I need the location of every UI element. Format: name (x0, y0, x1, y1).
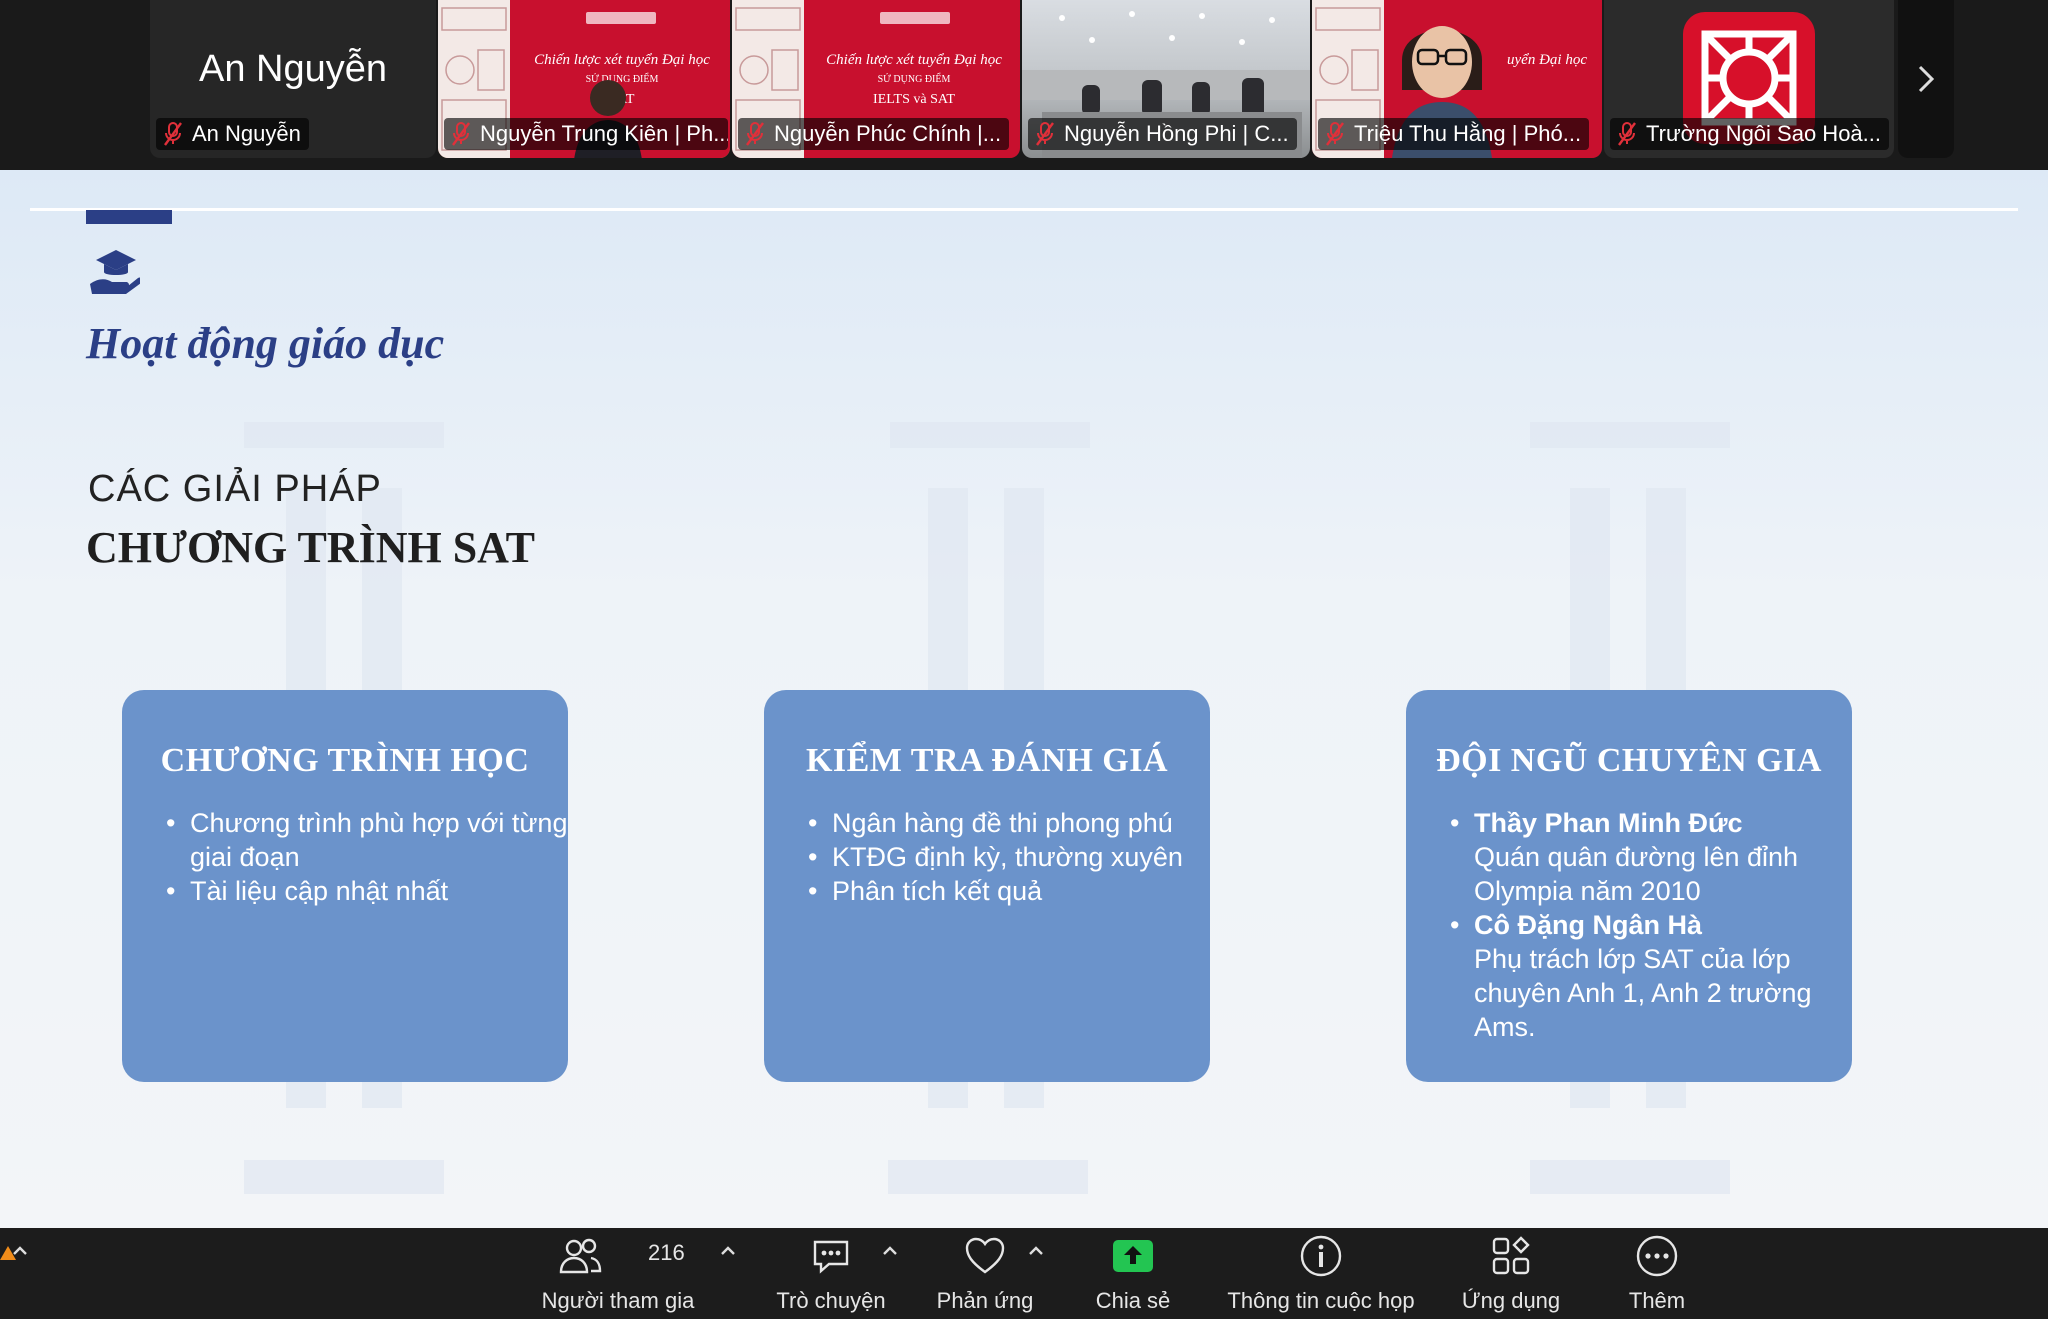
background-shape (890, 422, 1090, 448)
list-item: KTĐG định kỳ, thường xuyên (808, 840, 1210, 874)
mic-muted-icon (452, 122, 470, 146)
list-item: Tài liệu cập nhật nhất (166, 874, 568, 908)
participant-name-tag: An Nguyễn (156, 118, 309, 150)
participant-strip: An Nguyễn An Nguyễn Chiến lược xét tuyển… (0, 0, 2048, 170)
expert-description: Phụ trách lớp SAT của lớp chuyên Anh 1, … (1474, 944, 1812, 1042)
expert-description: Quán quân đường lên đỉnh Olympia năm 201… (1474, 842, 1799, 906)
participants-label: Người tham gia (541, 1288, 695, 1313)
card-assessment: KIỂM TRA ĐÁNH GIÁ Ngân hàng đề thi phong… (764, 690, 1210, 1082)
participants-icon (559, 1238, 602, 1274)
mic-muted-icon (1326, 122, 1344, 146)
share-screen-icon (1113, 1240, 1153, 1272)
participant-name: An Nguyễn (192, 121, 301, 146)
participant-tile-nguyen-hong-phi[interactable]: Nguyễn Hồng Phi | C... (1022, 0, 1310, 158)
thumbnail-caption: Chiến lược xét tuyển Đại học SỬ DỤNG ĐIỂM… (826, 52, 1002, 107)
apps-button[interactable]: Ứng dụng (1446, 1228, 1576, 1319)
list-item: Phân tích kết quả (808, 874, 1210, 908)
list-item: Chương trình phù hợp với từng giai đoạn (166, 806, 568, 874)
info-icon (1300, 1235, 1342, 1277)
list-item: Cô Đặng Ngân Hà Phụ trách lớp SAT của lớp… (1450, 908, 1852, 1044)
card-curriculum: CHƯƠNG TRÌNH HỌC Chương trình phù hợp vớ… (122, 690, 568, 1082)
chevron-up-icon[interactable] (718, 1242, 738, 1258)
background-shape (244, 1160, 444, 1194)
mic-muted-icon (746, 122, 764, 146)
graduation-cap-hand-icon (90, 250, 140, 294)
list-item: Ngân hàng đề thi phong phú (808, 806, 1210, 840)
mic-muted-icon (1618, 122, 1636, 146)
participant-name: Trường Ngôi Sao Hoà... (1646, 121, 1881, 146)
participants-count: 216 (648, 1240, 685, 1265)
chat-label: Trò chuyện (776, 1288, 886, 1313)
participant-display-name: An Nguyễn (198, 48, 387, 90)
shared-screen-slide: Hoạt động giáo dục CÁC GIẢI PHÁP CHƯƠNG … (0, 170, 2048, 1228)
expert-name: Cô Đặng Ngân Hà (1474, 910, 1703, 940)
background-shape (244, 422, 444, 448)
school-logo (880, 12, 950, 24)
list-item: Thầy Phan Minh Đức Quán quân đường lên đỉ… (1450, 806, 1852, 908)
meeting-info-button[interactable]: Thông tin cuộc họp (1216, 1228, 1426, 1319)
chat-icon (813, 1240, 849, 1274)
slide-subtitle-2: CHƯƠNG TRÌNH SAT (86, 523, 536, 572)
slide-accent-bar (86, 210, 172, 224)
next-page-button[interactable] (1898, 0, 1954, 158)
mic-muted-icon (1036, 122, 1054, 146)
card-experts: ĐỘI NGŨ CHUYÊN GIA Thầy Phan Minh Đức Quá… (1406, 690, 1852, 1082)
chevron-up-icon[interactable] (10, 1242, 30, 1258)
card-heading: CHƯƠNG TRÌNH HỌC (160, 742, 530, 779)
participant-name-tag: Trường Ngôi Sao Hoà... (1610, 118, 1889, 150)
chevron-right-icon (1918, 65, 1935, 93)
meeting-toolbar: Người tham gia 216 Trò chuyện Phản ứng C… (0, 1228, 2048, 1319)
slide-subtitle-1: CÁC GIẢI PHÁP (88, 468, 382, 510)
school-logo (586, 12, 656, 24)
background-shape (1530, 1160, 1730, 1194)
participant-tile-an-nguyen[interactable]: An Nguyễn An Nguyễn (150, 0, 436, 158)
participant-name-tag: Nguyễn Hồng Phi | C... (1028, 118, 1297, 150)
slide-top-rule (30, 208, 2018, 211)
participant-name: Nguyễn Phúc Chính |... (774, 121, 1002, 146)
card-list: Ngân hàng đề thi phong phú KTĐG định kỳ,… (764, 806, 1210, 908)
apps-icon (1492, 1236, 1530, 1275)
card-heading: KIỂM TRA ĐÁNH GIÁ (805, 742, 1169, 779)
participant-name-tag: Nguyễn Trung Kiên | Ph... (444, 118, 728, 150)
share-screen-button[interactable]: Chia sẻ (1074, 1228, 1192, 1319)
background-shape (888, 1160, 1088, 1194)
participant-name-tag: Nguyễn Phúc Chính |... (738, 118, 1010, 150)
chevron-up-icon[interactable] (880, 1242, 900, 1258)
thumbnail-caption: uyển Đại học (1507, 52, 1587, 68)
expert-name: Thầy Phan Minh Đức (1474, 808, 1743, 838)
heart-icon (965, 1237, 1005, 1274)
more-button[interactable]: Thêm (1600, 1228, 1714, 1319)
slide-title: Hoạt động giáo dục (86, 319, 445, 368)
more-label: Thêm (1628, 1288, 1686, 1313)
mic-muted-icon (164, 122, 182, 146)
share-label: Chia sẻ (1095, 1288, 1171, 1313)
participant-name: Nguyễn Hồng Phi | C... (1064, 121, 1289, 146)
meeting-info-label: Thông tin cuộc họp (1227, 1288, 1415, 1313)
chevron-up-icon[interactable] (1026, 1242, 1046, 1258)
background-shape (1530, 422, 1730, 448)
star-emblem-icon (1701, 30, 1797, 126)
card-list: Chương trình phù hợp với từng giai đoạn … (122, 806, 568, 908)
participant-name: Nguyễn Trung Kiên | Ph... (480, 121, 728, 146)
apps-label: Ứng dụng (1461, 1288, 1561, 1313)
participant-name-tag: Triệu Thu Hằng | Phó... (1318, 118, 1590, 150)
participant-name: Triệu Thu Hằng | Phó... (1354, 121, 1582, 146)
participant-tile-nguyen-phuc-chinh[interactable]: Chiến lược xét tuyển Đại học SỬ DỤNG ĐIỂM… (732, 0, 1020, 158)
reactions-label: Phản ứng (936, 1288, 1034, 1313)
participant-tile-truong-ngoi-sao[interactable]: Trường Ngôi Sao Hoà... (1604, 0, 1894, 158)
participant-tile-trieu-thu-hang[interactable]: uyển Đại học Triệu Thu Hằng | Phó... (1312, 0, 1602, 158)
card-heading: ĐỘI NGŨ CHUYÊN GIA (1436, 742, 1822, 779)
more-options-icon (1636, 1235, 1678, 1277)
card-list: Thầy Phan Minh Đức Quán quân đường lên đỉ… (1406, 806, 1852, 1044)
participant-tile-nguyen-trung-kien[interactable]: Chiến lược xét tuyển Đại học SỬ DỤNG ĐIỂM… (438, 0, 730, 158)
